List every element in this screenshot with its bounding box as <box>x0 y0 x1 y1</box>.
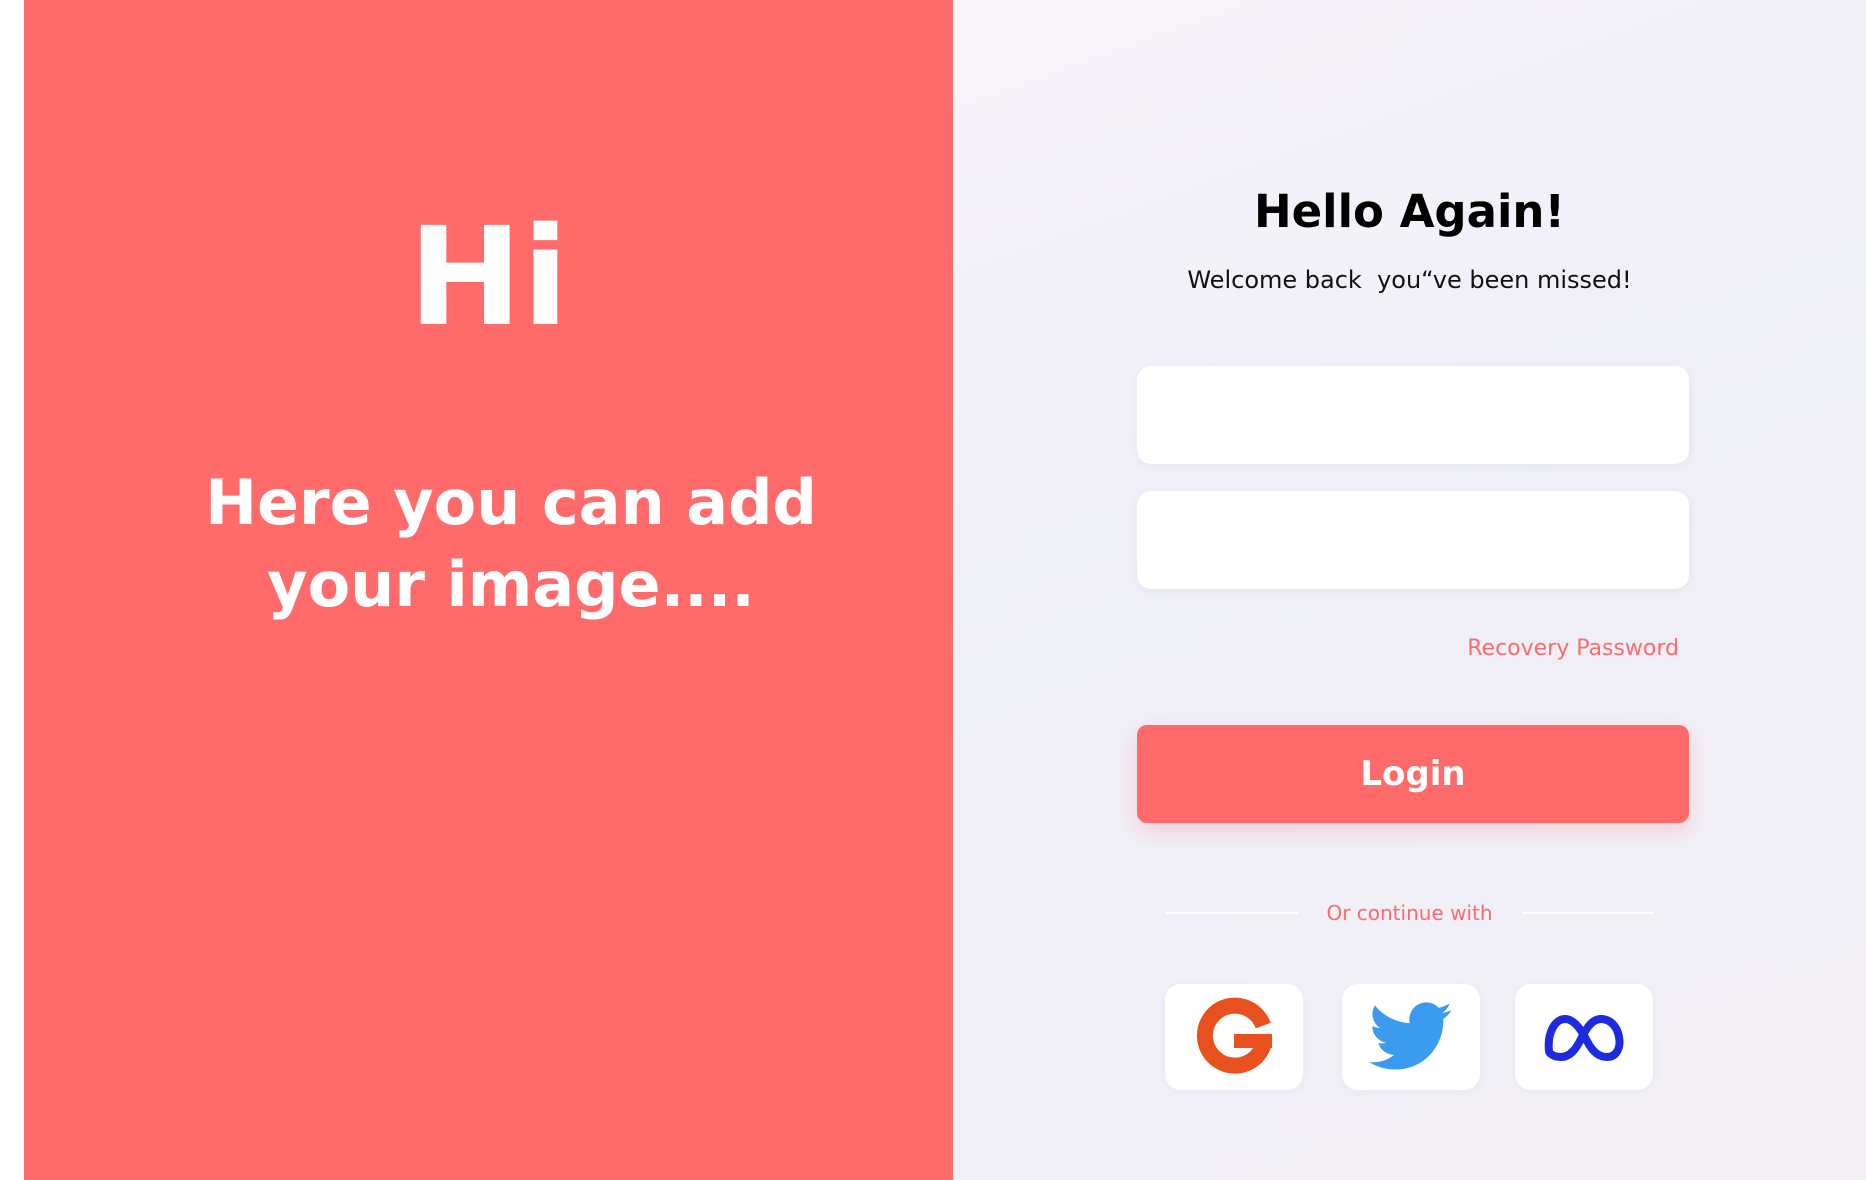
page-title: Hello Again! <box>1253 185 1565 238</box>
google-icon <box>1196 997 1272 1074</box>
login-panel: Hello Again! Welcome back you“ve been mi… <box>953 0 1866 1180</box>
image-placeholder-panel: Hi Here you can add your image.... <box>24 0 953 1180</box>
greeting-heading: Hi <box>408 199 569 357</box>
recovery-password-link[interactable]: Recovery Password <box>1467 634 1679 664</box>
password-field[interactable] <box>1137 491 1689 589</box>
placeholder-line-1: Here you can add <box>205 466 817 539</box>
welcome-subtitle: Welcome back you“ve been missed! <box>1187 266 1632 294</box>
meta-icon <box>1544 1015 1624 1061</box>
google-login-button[interactable] <box>1165 984 1303 1090</box>
twitter-login-button[interactable] <box>1342 984 1480 1090</box>
divider-line-right <box>1522 912 1654 914</box>
image-placeholder-text: Here you can add your image.... <box>24 462 998 626</box>
twitter-icon <box>1369 1002 1452 1070</box>
placeholder-line-2: your image.... <box>267 548 755 621</box>
meta-login-button[interactable] <box>1515 984 1653 1090</box>
username-field[interactable] <box>1137 366 1689 464</box>
login-button[interactable]: Login <box>1137 725 1689 823</box>
or-continue-with-label: Or continue with <box>1326 901 1493 925</box>
